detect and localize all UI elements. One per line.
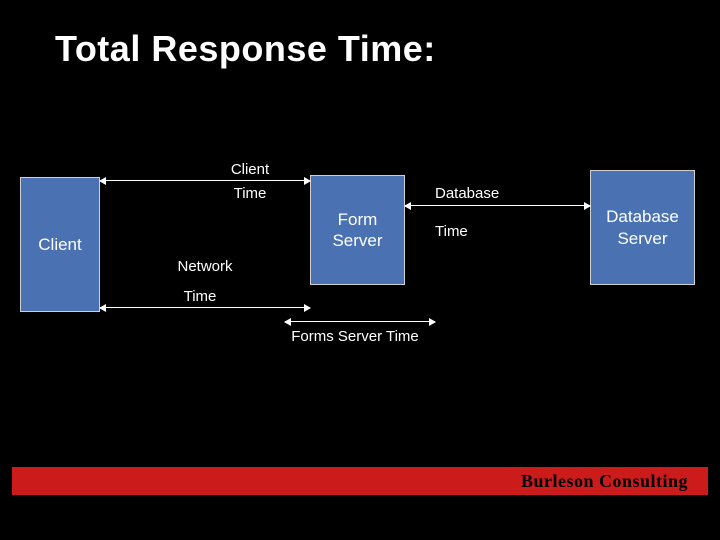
client-time-arrow bbox=[100, 180, 310, 181]
network-time-label-top: Network bbox=[170, 258, 240, 275]
database-time-label-bottom: Time bbox=[435, 223, 495, 240]
form-server-box: Form Server bbox=[310, 175, 405, 285]
slide-title: Total Response Time: bbox=[55, 28, 436, 70]
client-time-label-bottom: Time bbox=[220, 185, 280, 202]
client-box: Client bbox=[20, 177, 100, 312]
footer-bar: Burleson Consulting bbox=[12, 467, 708, 495]
response-time-diagram: Client Form Server Database Server Clien… bbox=[20, 145, 700, 385]
database-time-label-top: Database bbox=[435, 185, 510, 202]
client-time-label-top: Client bbox=[220, 161, 280, 178]
database-time-arrow bbox=[405, 205, 590, 206]
forms-server-time-arrow bbox=[285, 321, 435, 322]
network-time-label-bottom: Time bbox=[170, 288, 230, 305]
database-server-box: Database Server bbox=[590, 170, 695, 285]
footer-company: Burleson Consulting bbox=[521, 471, 688, 492]
forms-server-time-label: Forms Server Time bbox=[275, 328, 435, 345]
network-time-arrow bbox=[100, 307, 310, 308]
